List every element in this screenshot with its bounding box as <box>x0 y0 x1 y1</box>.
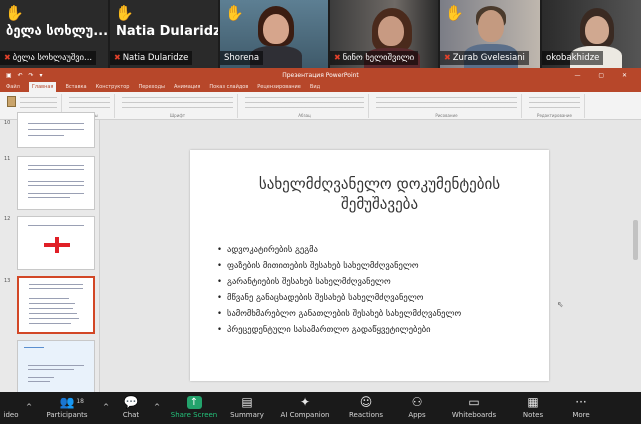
list-item: სამომხმარებლო განათლების შესახებ სახელმძ… <box>217 306 461 322</box>
participants-options-caret[interactable]: ^ <box>98 392 114 424</box>
chat-button[interactable]: 💬 Chat <box>114 392 148 424</box>
notes-button[interactable]: ▦ Notes <box>508 392 558 424</box>
slide-thumbnail[interactable] <box>17 156 95 210</box>
slide-bullet-list: ადვოკატირების გეგმა ფაზების მითითების შე… <box>217 242 461 338</box>
participant-name-label: okobakhidze <box>542 51 604 65</box>
tab-slideshow[interactable]: Показ слайдов <box>209 84 248 90</box>
meeting-controls-toolbar: ideo ^ 👥 18 Participants ^ 💬 Chat ^ ↑ Sh… <box>0 392 641 424</box>
participant-name-label: ✖ Zurab Gvelesiani <box>440 51 529 65</box>
tab-home[interactable]: Главная <box>28 82 57 92</box>
raised-hand-icon: ✋ <box>115 4 134 22</box>
participant-count: 18 <box>76 398 84 405</box>
participant-display-name: Natia Dularidze <box>116 24 218 39</box>
participant-name-label: ✖ ბელა სოხლაუშვი... <box>0 51 97 65</box>
participant-tile[interactable]: ✋ ბელა სოხლუ... ✖ ბელა სოხლაუშვი... <box>0 0 108 68</box>
current-slide[interactable]: სახელმძღვანელო დოკუმენტების შემუშავება ა… <box>190 150 549 381</box>
slide-thumbnail[interactable] <box>17 340 95 394</box>
mic-muted-icon: ✖ <box>444 53 451 62</box>
ppt-window-title: Презентация PowerPoint <box>282 71 359 79</box>
raised-hand-icon: ✋ <box>225 4 244 22</box>
raised-hand-icon: ✋ <box>445 4 464 22</box>
paste-icon <box>7 96 16 107</box>
participant-name-label: Shorena <box>220 51 264 65</box>
share-screen-icon: ↑ <box>186 396 202 409</box>
list-item: ფაზების მითითების შესახებ სახელმძღვანელო <box>217 258 461 274</box>
summary-icon: ▤ <box>241 395 253 409</box>
more-icon: ··· <box>575 395 587 409</box>
chat-options-caret[interactable]: ^ <box>148 392 166 424</box>
mouse-cursor-icon: ⇖ <box>557 300 564 309</box>
participant-tile[interactable]: okobakhidze <box>542 0 641 68</box>
chat-icon: 💬 <box>123 395 139 409</box>
tab-design[interactable]: Конструктор <box>96 84 130 90</box>
tab-transitions[interactable]: Переходы <box>138 84 165 90</box>
reactions-button[interactable]: ☺ Reactions <box>338 392 394 424</box>
ribbon-group-drawing[interactable]: Рисование <box>372 94 522 118</box>
slide-thumbnails-pane: 10 11 12 13 <box>0 112 100 394</box>
georgian-flag-image <box>44 237 70 253</box>
tab-animations[interactable]: Анимация <box>174 84 200 90</box>
list-item: პრეცედენტული სასამართლო გადაწყვეტილებები <box>217 322 461 338</box>
ribbon-group-editing[interactable]: Редактирование <box>525 94 585 118</box>
participant-name-label: ✖ Natia Dularidze <box>110 51 193 65</box>
ribbon-group-font[interactable]: Шрифт <box>118 94 238 118</box>
tab-view[interactable]: Вид <box>310 84 320 90</box>
tab-file[interactable]: Файл <box>6 84 20 90</box>
slide-title: სახელმძღვანელო დოკუმენტების შემუშავება <box>258 175 501 213</box>
vertical-scrollbar[interactable] <box>633 220 638 260</box>
participant-name-label: ✖ ნინო ხელიშვილი <box>330 51 419 65</box>
participant-display-name: ბელა სოხლუ... <box>6 24 108 39</box>
raised-hand-icon: ✋ <box>5 4 24 22</box>
participant-tile[interactable]: ✋ Natia Dularidze ✖Natia Dularidze <box>110 0 218 68</box>
mic-muted-icon: ✖ <box>4 53 11 62</box>
mic-muted-icon: ✖ <box>114 53 121 62</box>
ai-companion-icon: ✦ <box>299 395 311 409</box>
slide-thumbnail-selected[interactable] <box>17 276 95 334</box>
video-options-caret[interactable]: ^ <box>22 392 36 424</box>
apps-button[interactable]: ⚇ Apps <box>394 392 440 424</box>
reactions-icon: ☺ <box>359 395 373 409</box>
ai-companion-button[interactable]: ✦ AI Companion <box>272 392 338 424</box>
ribbon: Буфер обмена Слайды Шрифт Абзац Рисовани… <box>0 92 641 120</box>
notes-icon: ▦ <box>527 395 539 409</box>
share-screen-button[interactable]: ↑ Share Screen <box>166 392 222 424</box>
participant-gallery: ✋ ბელა სოხლუ... ✖ ბელა სოხლაუშვი... ✋ Nat… <box>0 0 641 68</box>
video-button[interactable]: ideo <box>0 392 22 424</box>
list-item: გარანტიების შესახებ სახელმძღვანელო <box>217 274 461 290</box>
ppt-title-bar: ▣ ↶ ↷ ▾ Презентация PowerPoint — ▢ ✕ <box>0 68 641 82</box>
tab-insert[interactable]: Вставка <box>65 84 86 90</box>
more-button[interactable]: ··· More <box>558 392 604 424</box>
window-controls[interactable]: — ▢ ✕ <box>574 72 635 79</box>
slide-thumbnail[interactable] <box>17 112 95 148</box>
participant-tile[interactable]: ✖ ნინო ხელიშვილი <box>330 0 438 68</box>
participants-icon: 👥 <box>59 395 75 409</box>
whiteboards-icon: ▭ <box>468 395 480 409</box>
list-item: ადვოკატირების გეგმა <box>217 242 461 258</box>
zoom-meeting-window: ✋ ბელა სოხლუ... ✖ ბელა სოხლაუშვი... ✋ Nat… <box>0 0 641 424</box>
slide-thumbnail[interactable] <box>17 216 95 270</box>
apps-icon: ⚇ <box>411 395 423 409</box>
slide-editing-canvas[interactable]: სახელმძღვანელო დოკუმენტების შემუშავება ა… <box>101 120 641 392</box>
mic-muted-icon: ✖ <box>334 53 341 62</box>
summary-button[interactable]: ▤ Summary <box>222 392 272 424</box>
participant-tile[interactable]: ✋ Shorena <box>220 0 328 68</box>
ribbon-group-paragraph[interactable]: Абзац <box>241 94 369 118</box>
tab-review[interactable]: Рецензирование <box>257 84 301 90</box>
participant-tile[interactable]: ✋ ✖ Zurab Gvelesiani <box>440 0 540 68</box>
list-item: მწვანე განაცხადების შესახებ სახელმძღვანე… <box>217 290 461 306</box>
ribbon-tabs: Файл Главная Вставка Конструктор Переход… <box>0 82 641 92</box>
participants-button[interactable]: 👥 18 Participants <box>36 392 98 424</box>
whiteboards-button[interactable]: ▭ Whiteboards <box>440 392 508 424</box>
shared-screen-powerpoint: ▣ ↶ ↷ ▾ Презентация PowerPoint — ▢ ✕ Фай… <box>0 68 641 394</box>
